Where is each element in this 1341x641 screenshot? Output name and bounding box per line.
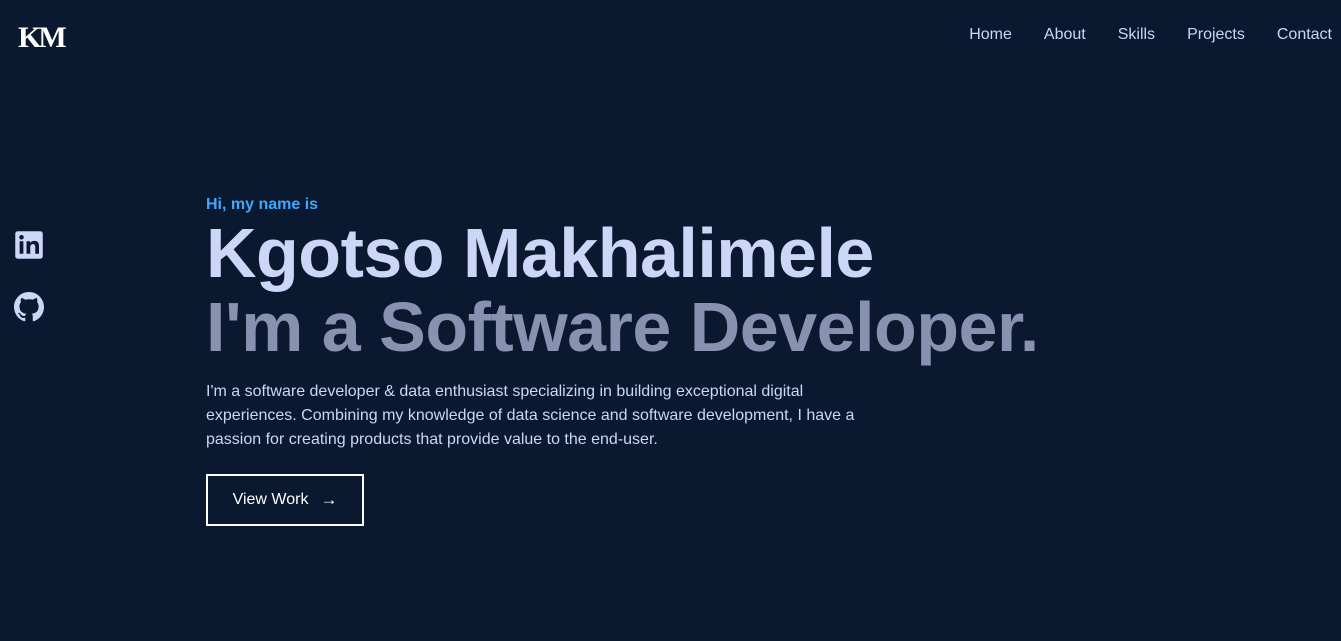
nav-menu: Home About Skills Projects Contact <box>937 24 1332 46</box>
hero-intro: I'm a software developer & data enthusia… <box>206 383 855 448</box>
linkedin-icon <box>15 231 43 259</box>
hero-section: Hi, my name is Kgotso Makhalimele I'm a … <box>206 194 1206 452</box>
navbar: KM Home About Skills Projects Contact <box>0 0 1341 72</box>
nav-link-contact[interactable]: Contact <box>1277 24 1332 46</box>
view-work-label: View Work <box>232 491 309 508</box>
github-icon <box>14 292 44 322</box>
social-links <box>14 230 44 354</box>
github-link[interactable] <box>14 292 44 322</box>
site-logo[interactable]: KM <box>18 22 67 54</box>
hero-name: Kgotso Makhalimele <box>206 214 874 292</box>
nav-link-home[interactable]: Home <box>969 24 1012 46</box>
linkedin-link[interactable] <box>14 230 44 260</box>
nav-link-skills[interactable]: Skills <box>1118 24 1155 46</box>
nav-link-about[interactable]: About <box>1044 24 1086 46</box>
nav-link-projects[interactable]: Projects <box>1187 24 1245 46</box>
hero-greeting: Hi, my name is <box>206 196 319 213</box>
arrow-right-icon: → <box>320 490 338 509</box>
view-work-button[interactable]: View Work → <box>206 474 364 526</box>
hero-role: I'm a Software Developer. <box>206 288 1039 366</box>
